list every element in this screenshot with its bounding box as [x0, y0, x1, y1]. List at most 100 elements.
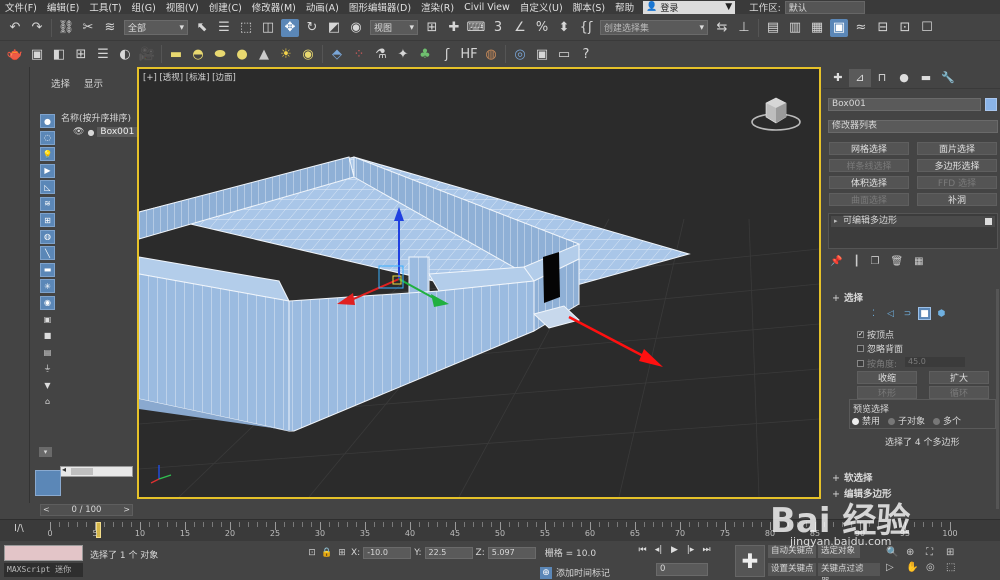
cloth-icon[interactable]: ◍: [482, 45, 500, 63]
filter-funnel-icon[interactable]: ⏚: [40, 362, 55, 376]
sky-icon[interactable]: ◉: [299, 45, 317, 63]
active-shade-icon[interactable]: ☰: [94, 45, 112, 63]
filter-particles-icon[interactable]: ✳: [40, 279, 55, 293]
filter-helpers-icon[interactable]: ◺: [40, 180, 55, 194]
menu-create[interactable]: 创建(C): [204, 0, 247, 14]
filter-geometry-icon[interactable]: ●: [40, 114, 55, 128]
play-icon[interactable]: ▶: [668, 545, 681, 555]
filter-xrefs-icon[interactable]: ◍: [40, 229, 55, 244]
goto-start-icon[interactable]: ⏮: [636, 545, 649, 555]
absolute-mode-icon[interactable]: ⊞: [336, 547, 348, 559]
script-listener-swatch[interactable]: [4, 545, 83, 561]
workspace-dropdown[interactable]: 默认: [784, 0, 865, 14]
perspective-viewport[interactable]: [+] [透视] [标准] [边面]: [137, 67, 821, 499]
menu-file[interactable]: 文件(F): [0, 0, 42, 14]
filter-options-icon[interactable]: ⌂: [40, 395, 55, 409]
filter-bones-icon[interactable]: ╲: [40, 246, 55, 260]
modify-tab-icon[interactable]: ⊿: [849, 68, 871, 87]
toggle-ribbon-icon[interactable]: ▦: [808, 19, 826, 37]
material-editor-icon[interactable]: ⊟: [874, 19, 892, 37]
menu-civil-view[interactable]: Civil View: [459, 2, 515, 13]
by-vertex-checkbox[interactable]: ✓ 按顶点: [857, 328, 894, 341]
login-dropdown[interactable]: 👤 登录 ▼: [643, 0, 736, 14]
grid-icon[interactable]: ⬘: [328, 45, 346, 63]
select-manipulate-icon[interactable]: ✚: [445, 19, 463, 37]
grow-button[interactable]: 扩大: [929, 371, 989, 384]
bind-spacewarp-icon[interactable]: ≋: [101, 19, 119, 37]
reference-coord-dropdown[interactable]: 视图 ▾: [370, 20, 418, 35]
align-icon[interactable]: ⊥: [735, 19, 753, 37]
ring-button[interactable]: 环形: [857, 386, 917, 399]
mirror-icon[interactable]: ⇆: [713, 19, 731, 37]
menu-animation[interactable]: 动画(A): [301, 0, 344, 14]
edit-named-sel-icon[interactable]: {ʃ: [577, 19, 595, 37]
render-setup-icon[interactable]: ⊡: [896, 19, 914, 37]
hair-icon[interactable]: ʃ: [438, 45, 456, 63]
scroll-left-icon[interactable]: ◂: [62, 465, 66, 474]
ffd-select-button[interactable]: FFD 选择: [917, 176, 997, 189]
globe-icon[interactable]: ◎: [511, 45, 529, 63]
ignore-backface-checkbox[interactable]: 忽略背面: [857, 342, 903, 355]
render-iterative-icon[interactable]: ⊞: [72, 45, 90, 63]
spline-select-button[interactable]: 样条线选择: [829, 159, 909, 172]
place-icon[interactable]: ◉: [347, 19, 365, 37]
explorer-row[interactable]: 👁 ● Box001: [73, 127, 138, 137]
key-filters-button[interactable]: 关键点过滤器...: [818, 563, 880, 580]
particles-icon[interactable]: ⁘: [350, 45, 368, 63]
maximize-viewport-icon[interactable]: ⬚: [946, 562, 962, 573]
filter-shapes-icon[interactable]: ◌: [40, 130, 55, 145]
next-key-icon[interactable]: |▸: [684, 545, 697, 555]
preview-off-radio[interactable]: 禁用: [852, 414, 880, 427]
maxscript-mini-listener[interactable]: MAXScript 迷你: [4, 563, 83, 577]
by-angle-checkbox[interactable]: 按角度:: [857, 357, 897, 370]
filter-frozen-icon[interactable]: ▣: [40, 312, 55, 326]
camera-icon[interactable]: 🎥: [138, 45, 156, 63]
filter-spacewarps-icon[interactable]: ≋: [40, 196, 55, 211]
preview-subobj-radio[interactable]: 子对象: [888, 414, 925, 427]
select-by-name-icon[interactable]: ☰: [215, 19, 233, 37]
rollout-selection[interactable]: 选择: [828, 290, 996, 304]
cube-icon[interactable]: ▣: [533, 45, 551, 63]
add-time-tag[interactable]: ⊕ 添加时间标记: [540, 566, 610, 579]
preview-multi-radio[interactable]: 多个: [933, 414, 961, 427]
border-level-icon[interactable]: ⊃: [901, 307, 914, 320]
rect-selection-icon[interactable]: ⬚: [237, 19, 255, 37]
curve-editor-icon[interactable]: ▣: [830, 18, 848, 37]
link-icon[interactable]: ⛓: [57, 19, 75, 37]
window-icon[interactable]: ▭: [555, 45, 573, 63]
disc-icon[interactable]: ⬬: [211, 45, 229, 63]
stack-item-toggle[interactable]: [985, 218, 992, 225]
menu-group[interactable]: 组(G): [127, 0, 161, 14]
undo-icon[interactable]: ↶: [6, 19, 24, 37]
menu-views[interactable]: 视图(V): [161, 0, 204, 14]
zoom-extents-all-icon[interactable]: ⊞: [946, 547, 962, 558]
configure-sets-icon[interactable]: ▦: [914, 256, 923, 267]
named-selection-dropdown[interactable]: 创建选择集 ▾: [600, 20, 708, 35]
menu-graph-editors[interactable]: 图形编辑器(D): [344, 0, 416, 14]
fov-icon[interactable]: ▷: [886, 562, 902, 573]
prev-key-icon[interactable]: ◂|: [652, 545, 665, 555]
surf-select-button[interactable]: 曲面选择: [829, 193, 909, 206]
explorer-layer-button[interactable]: [35, 470, 61, 496]
menu-help[interactable]: 帮助: [610, 0, 639, 14]
scrollbar-thumb[interactable]: [71, 468, 93, 475]
menu-modifiers[interactable]: 修改器(M): [247, 0, 301, 14]
orbit-icon[interactable]: ◎: [926, 562, 942, 573]
rendered-frame-icon[interactable]: ☐: [918, 19, 936, 37]
pin-stack-icon[interactable]: 📌: [830, 256, 842, 267]
snap-toggle-icon[interactable]: 3: [489, 19, 507, 37]
unlink-icon[interactable]: ✂: [79, 19, 97, 37]
explorer-h-scrollbar[interactable]: ◂: [60, 465, 133, 477]
pivot-center-icon[interactable]: ⊞: [423, 19, 441, 37]
cap-holes-button[interactable]: 补洞: [917, 193, 997, 206]
helper-icon[interactable]: ⚗: [372, 45, 390, 63]
edge-level-icon[interactable]: ◁: [884, 307, 897, 320]
sphere-icon[interactable]: ●: [233, 45, 251, 63]
rollout-soft-selection[interactable]: 软选择: [828, 470, 996, 484]
window-crossing-icon[interactable]: ◫: [259, 19, 277, 37]
create-tab-icon[interactable]: ✚: [827, 69, 849, 87]
filter-groups-icon[interactable]: ⊞: [40, 213, 55, 227]
zoom-icon[interactable]: 🔍: [886, 547, 902, 558]
isolate-icon[interactable]: ⊡: [306, 547, 318, 559]
current-frame-field[interactable]: 0: [656, 563, 708, 576]
